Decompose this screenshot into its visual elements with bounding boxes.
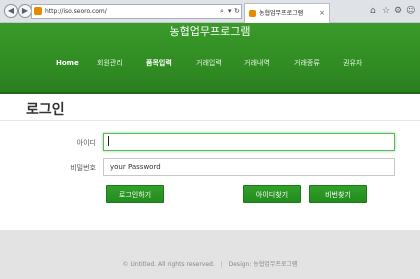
menu-item-transaction-input[interactable]: 거래입력 bbox=[196, 56, 222, 70]
dropdown-icon[interactable]: ▾ bbox=[228, 5, 232, 18]
design-credit: Design: 농협업무프로그램 bbox=[228, 261, 298, 268]
login-title: 로그인 bbox=[26, 102, 65, 118]
footer: © Untitled. All rights reserved. | Desig… bbox=[0, 230, 420, 279]
password-label: 비밀번호 bbox=[70, 164, 96, 172]
login-button[interactable]: 로그인하기 bbox=[106, 185, 164, 203]
url-text: http://iso.seoro.com/ bbox=[45, 8, 107, 15]
site-title: 농협업무프로그램 bbox=[169, 25, 251, 38]
search-icon[interactable]: ⌕ bbox=[220, 5, 224, 18]
menu-item-product-input[interactable]: 품목입력 bbox=[146, 56, 172, 70]
forward-button[interactable]: ▶ bbox=[18, 4, 32, 18]
id-label: 아이디 bbox=[76, 139, 96, 147]
main-menu: Home 회원관리 품목입력 거래입력 거래내역 거래종류 권유자 bbox=[0, 56, 420, 70]
feedback-smiley-icon[interactable]: ☺ bbox=[406, 5, 415, 17]
divider bbox=[0, 120, 420, 121]
address-bar[interactable]: http://iso.seoro.com/ ⌕ ▾ ↻ bbox=[31, 4, 242, 19]
copyright-text: © Untitled. All rights reserved. bbox=[122, 261, 215, 268]
refresh-icon[interactable]: ↻ bbox=[234, 5, 240, 18]
menu-item-home[interactable]: Home bbox=[56, 56, 79, 70]
password-input[interactable] bbox=[103, 158, 395, 176]
browser-tab[interactable]: 농협업무프로그램 × bbox=[244, 3, 330, 23]
favorites-star-icon[interactable]: ☆ bbox=[382, 5, 390, 17]
menu-item-transaction-history[interactable]: 거래내역 bbox=[244, 56, 270, 70]
home-icon[interactable]: ⌂ bbox=[370, 5, 376, 17]
page-icon bbox=[34, 7, 42, 15]
menu-item-recommender[interactable]: 권유자 bbox=[343, 56, 362, 70]
menu-item-member[interactable]: 회원관리 bbox=[97, 56, 123, 70]
back-button[interactable]: ◀ bbox=[4, 4, 18, 18]
site-header: 농협업무프로그램 Home 회원관리 품목입력 거래입력 거래내역 거래종류 권… bbox=[0, 23, 420, 94]
tab-title: 농협업무프로그램 bbox=[259, 10, 304, 17]
footer-text: © Untitled. All rights reserved. | Desig… bbox=[0, 259, 420, 268]
find-id-button[interactable]: 아이디찾기 bbox=[243, 185, 301, 203]
browser-toolbar: ◀ ▶ http://iso.seoro.com/ ⌕ ▾ ↻ 농협업무프로그램… bbox=[0, 0, 420, 23]
tab-favicon-icon bbox=[249, 10, 256, 17]
find-password-button[interactable]: 비번찾기 bbox=[309, 185, 367, 203]
tab-close-icon[interactable]: × bbox=[319, 4, 325, 23]
text-caret bbox=[108, 136, 109, 146]
footer-separator: | bbox=[220, 261, 223, 268]
id-input[interactable] bbox=[103, 133, 395, 151]
menu-item-transaction-type[interactable]: 거래종류 bbox=[294, 56, 320, 70]
settings-gear-icon[interactable]: ⚙ bbox=[394, 5, 402, 17]
